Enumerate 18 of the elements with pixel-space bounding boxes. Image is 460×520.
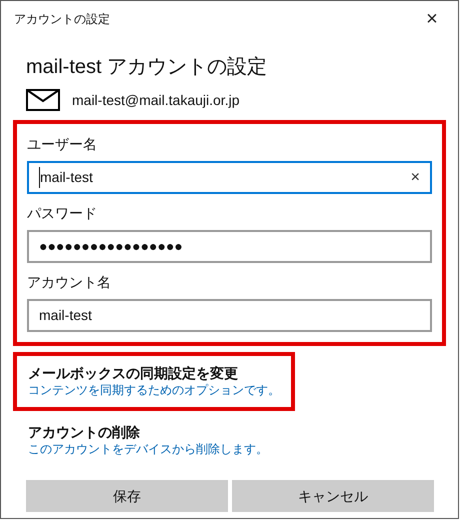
input-field[interactable]: mail-test × (27, 161, 432, 194)
option-link[interactable]: コンテンツを同期するためのオプションです。 (28, 382, 280, 399)
field-label: アカウント名 (27, 273, 112, 292)
close-button[interactable]: × (416, 5, 448, 33)
field-label: ユーザー名 (27, 135, 98, 154)
window-title: アカウントの設定 (14, 11, 110, 28)
option-link[interactable]: このアカウントをデバイスから削除します。 (28, 441, 268, 458)
dialog-button[interactable]: キャンセル (232, 480, 434, 512)
option-title: メールボックスの同期設定を変更 (28, 364, 239, 382)
input-field[interactable]: ●●●●●●●●●●●●●●●●● (27, 230, 432, 263)
input-field[interactable]: mail-test (27, 299, 432, 332)
dialog-button[interactable]: 保存 (26, 480, 228, 512)
envelope-icon (26, 89, 60, 111)
option-title: アカウントの削除 (28, 423, 141, 441)
dialog-heading: mail-test アカウントの設定 (26, 55, 268, 80)
field-label: パスワード (27, 204, 98, 223)
account-email: mail-test@mail.takauji.or.jp (72, 90, 240, 110)
clear-button[interactable]: × (410, 166, 420, 190)
